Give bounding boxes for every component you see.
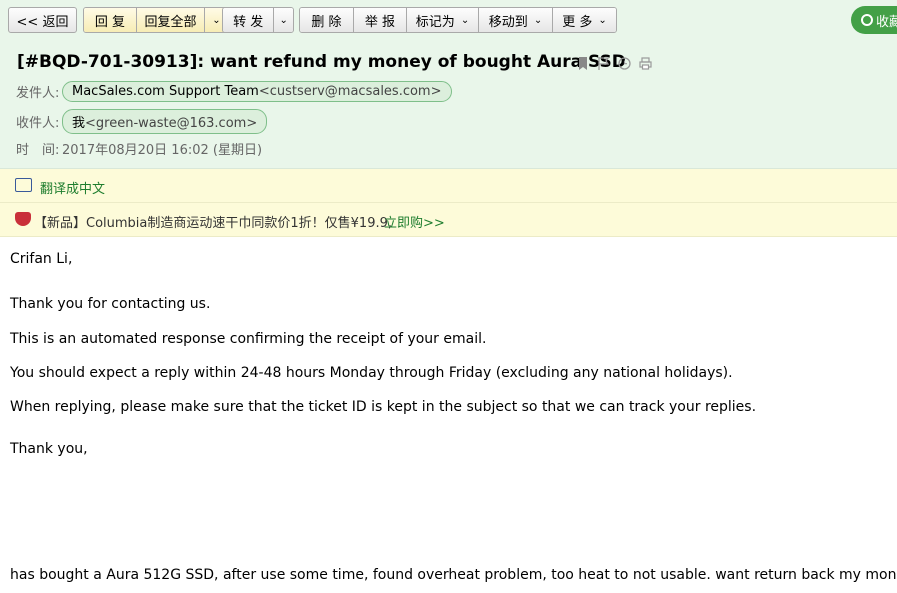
more-button[interactable]: 更 多 ⌄	[553, 8, 616, 32]
sender-chip[interactable]: MacSales.com Support Team<custserv@macsa…	[62, 81, 452, 102]
bookmark-icon[interactable]	[575, 56, 590, 71]
time-row: 时 间: 2017年08月20日 16:02 (星期日)	[16, 139, 262, 158]
promo-buy-link[interactable]: 立即购>>	[384, 212, 445, 231]
email-subject: [#BQD-701-30913]: want refund my money o…	[17, 52, 626, 72]
clock-icon[interactable]	[617, 56, 632, 71]
reply-group: 回 复 回复全部 ⌄	[83, 7, 229, 33]
recipient-label: 收件人:	[16, 116, 60, 131]
subject-icons	[575, 56, 653, 71]
forward-button[interactable]: 转 发	[223, 8, 275, 32]
teacup-icon	[15, 212, 31, 226]
forward-dropdown-button[interactable]: ⌄	[274, 8, 293, 32]
chevron-down-icon: ⌄	[460, 14, 470, 26]
forward-label: 转 发	[233, 14, 264, 30]
sender-label: 发件人:	[16, 86, 60, 101]
body-line-1: Thank you for contacting us.	[10, 296, 211, 312]
email-header-area: << 返回 回 复 回复全部 ⌄ 转 发 ⌄ 删 除 举 报 标记为 ⌄ 移动到…	[0, 0, 897, 169]
flag-icon[interactable]	[596, 56, 611, 71]
delete-button[interactable]: 删 除	[300, 8, 354, 32]
chevron-down-icon: ⌄	[598, 14, 607, 26]
body-signoff: Thank you,	[10, 441, 88, 457]
report-label: 举 报	[364, 14, 396, 30]
move-to-button[interactable]: 移动到 ⌄	[479, 8, 553, 32]
translate-bar: 翻译成中文	[0, 169, 897, 203]
promo-bar: 【新品】Columbia制造商运动速干巾同款价1折！仅售¥19.9, 立即购>>	[0, 203, 897, 237]
body-line-3: You should expect a reply within 24-48 h…	[10, 365, 733, 381]
forward-group: 转 发 ⌄	[222, 7, 294, 33]
report-button[interactable]: 举 报	[354, 8, 407, 32]
recipient-row: 收件人: 我<green-waste@163.com>	[16, 109, 268, 134]
mark-as-label: 标记为	[415, 14, 455, 30]
more-label: 更 多	[562, 14, 593, 30]
body-line-4: When replying, please make sure that the…	[10, 399, 757, 415]
recipient-chip[interactable]: 我<green-waste@163.com>	[62, 109, 268, 134]
favorite-icon	[861, 14, 873, 26]
body-greeting: Crifan Li,	[10, 251, 73, 267]
print-icon[interactable]	[638, 56, 653, 71]
move-to-label: 移动到	[488, 14, 528, 30]
translate-icon	[15, 178, 32, 192]
delete-label: 删 除	[311, 14, 342, 30]
sender-name: MacSales.com Support Team	[72, 84, 259, 99]
sender-address: <custserv@macsales.com>	[258, 84, 442, 99]
time-label: 时 间:	[16, 143, 60, 158]
recipient-name: 我	[72, 116, 86, 131]
actions-group: 删 除 举 报 标记为 ⌄ 移动到 ⌄ 更 多 ⌄	[299, 7, 617, 33]
chevron-down-icon: ⌄	[279, 14, 288, 26]
body-line-2: This is an automated response confirming…	[10, 331, 487, 347]
recipient-address: <green-waste@163.com>	[85, 116, 258, 131]
back-button-label: << 返回	[16, 14, 69, 30]
favorite-label: 收藏	[876, 14, 897, 30]
reply-all-label: 回复全部	[144, 14, 197, 30]
sender-row: 发件人: MacSales.com Support Team<custserv@…	[16, 81, 452, 102]
reply-all-button[interactable]: 回复全部	[137, 8, 205, 32]
body-quoted-text: has bought a Aura 512G SSD, after use so…	[10, 567, 897, 583]
promo-text: 【新品】Columbia制造商运动速干巾同款价1折！仅售¥19.9,	[34, 216, 392, 231]
back-button[interactable]: << 返回	[8, 7, 77, 33]
translate-link[interactable]: 翻译成中文	[40, 178, 105, 197]
chevron-down-icon: ⌄	[533, 14, 543, 26]
favorite-button[interactable]: 收藏	[851, 6, 897, 34]
reply-label: 回 复	[94, 14, 126, 30]
mark-as-button[interactable]: 标记为 ⌄	[407, 8, 479, 32]
time-value: 2017年08月20日 16:02 (星期日)	[62, 143, 263, 158]
chevron-down-icon: ⌄	[212, 14, 221, 26]
reply-button[interactable]: 回 复	[84, 8, 137, 32]
